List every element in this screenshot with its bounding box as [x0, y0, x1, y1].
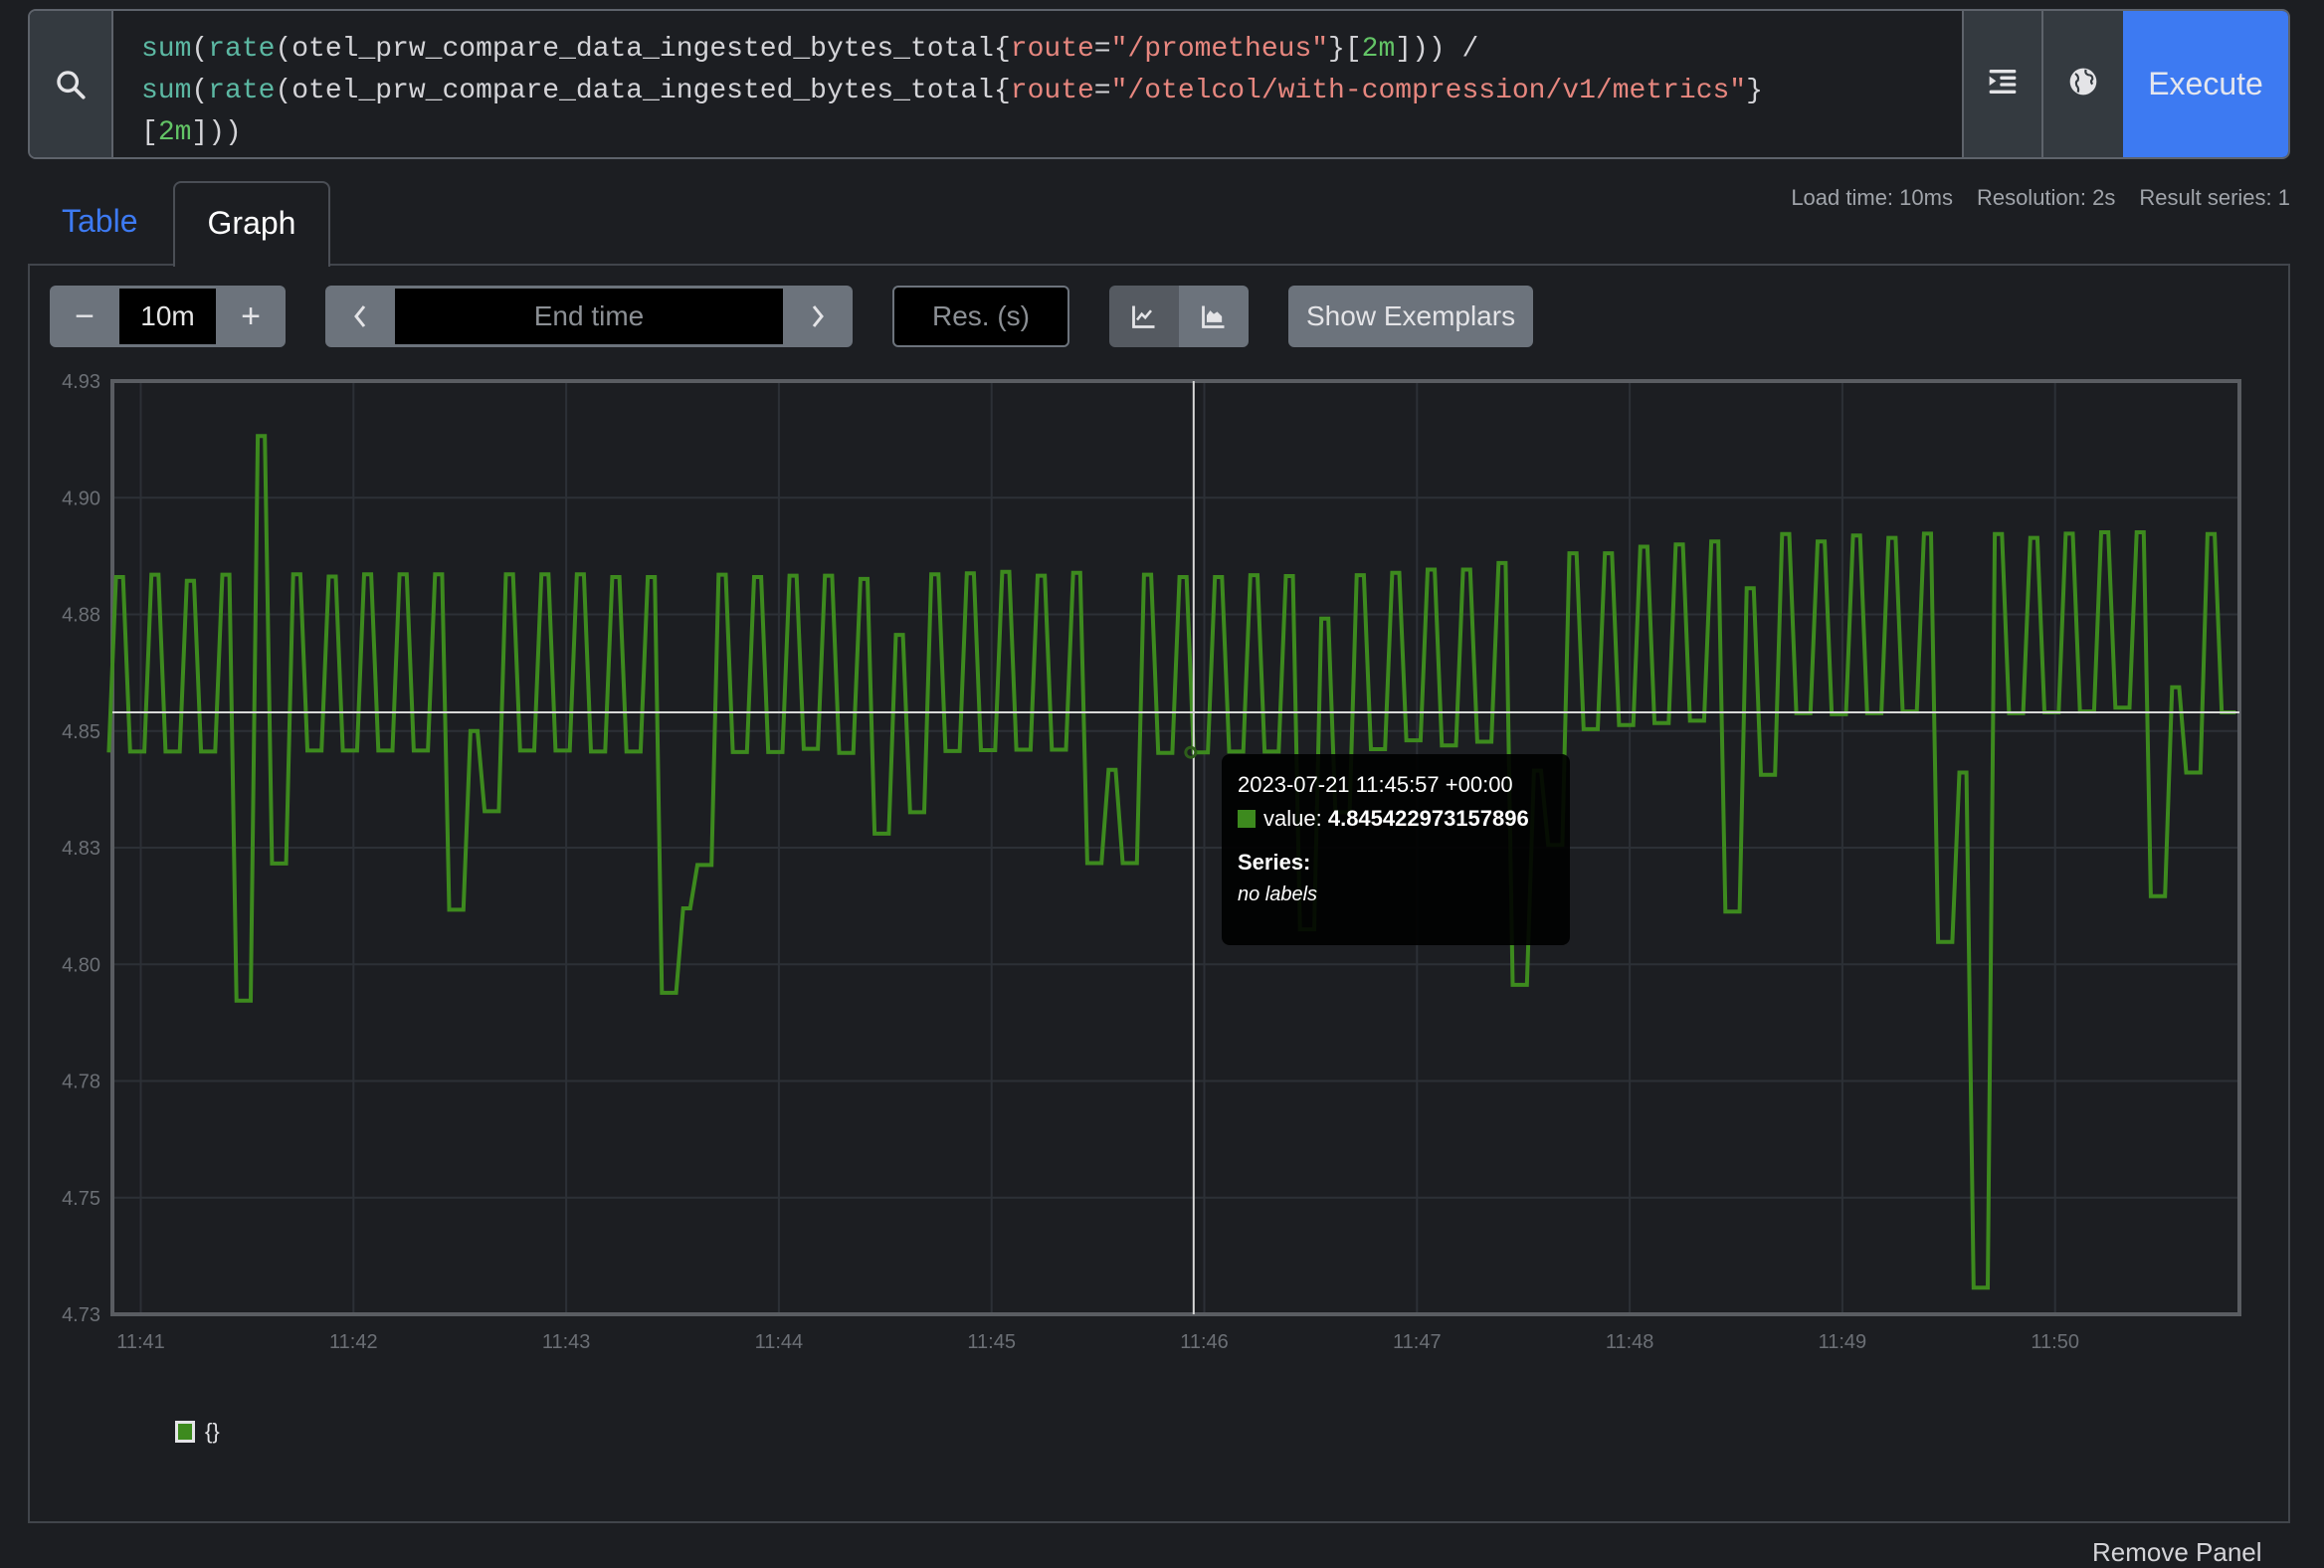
- tab-graph[interactable]: Graph: [173, 181, 330, 267]
- tooltip-value: 4.845422973157896: [1327, 806, 1529, 831]
- x-tick-label: 11:47: [1393, 1331, 1442, 1353]
- legend-swatch[interactable]: [175, 1421, 195, 1443]
- graph-chart[interactable]: 4.93 4.90 4.88 4.85 4.83 4.80 4.78 4.75 4.73 11:4…: [0, 0, 2324, 1550]
- y-tick-label: 4.73: [62, 1304, 100, 1326]
- x-tick-label: 11:41: [116, 1331, 165, 1353]
- x-tick-label: 11:46: [1180, 1331, 1229, 1353]
- y-tick-label: 4.90: [62, 488, 100, 509]
- x-tick-label: 11:50: [2031, 1331, 2079, 1353]
- hover-point: [1184, 745, 1198, 759]
- y-tick-label: 4.75: [62, 1188, 100, 1210]
- y-tick-label: 4.93: [62, 371, 100, 393]
- y-tick-label: 4.88: [62, 605, 100, 627]
- series-line[interactable]: [106, 434, 2236, 1290]
- x-tick-label: 11:48: [1606, 1331, 1654, 1353]
- y-tick-label: 4.83: [62, 838, 100, 860]
- legend-label[interactable]: {}: [205, 1419, 220, 1445]
- tooltip-time: 2023-07-21 11:45:57 +00:00: [1238, 772, 1513, 797]
- tooltip-series-value: no labels: [1238, 883, 1318, 905]
- x-tick-label: 11:42: [329, 1331, 378, 1353]
- tooltip-series-label: Series:: [1238, 850, 1311, 875]
- x-tick-label: 11:49: [1819, 1331, 1867, 1353]
- x-tick-label: 11:43: [542, 1331, 591, 1353]
- x-tick-label: 11:45: [967, 1331, 1016, 1353]
- x-tick-label: 11:44: [755, 1331, 804, 1353]
- remove-panel-link[interactable]: Remove Panel: [2092, 1537, 2262, 1568]
- y-tick-label: 4.78: [62, 1072, 100, 1093]
- series-color-swatch: [1238, 810, 1256, 828]
- tooltip-value-label: value:: [1263, 806, 1322, 831]
- y-tick-label: 4.80: [62, 954, 100, 976]
- graph-tooltip: 2023-07-21 11:45:57 +00:00 value: 4.8454…: [1222, 754, 1570, 945]
- y-tick-label: 4.85: [62, 721, 100, 743]
- legend: {}: [175, 1419, 220, 1445]
